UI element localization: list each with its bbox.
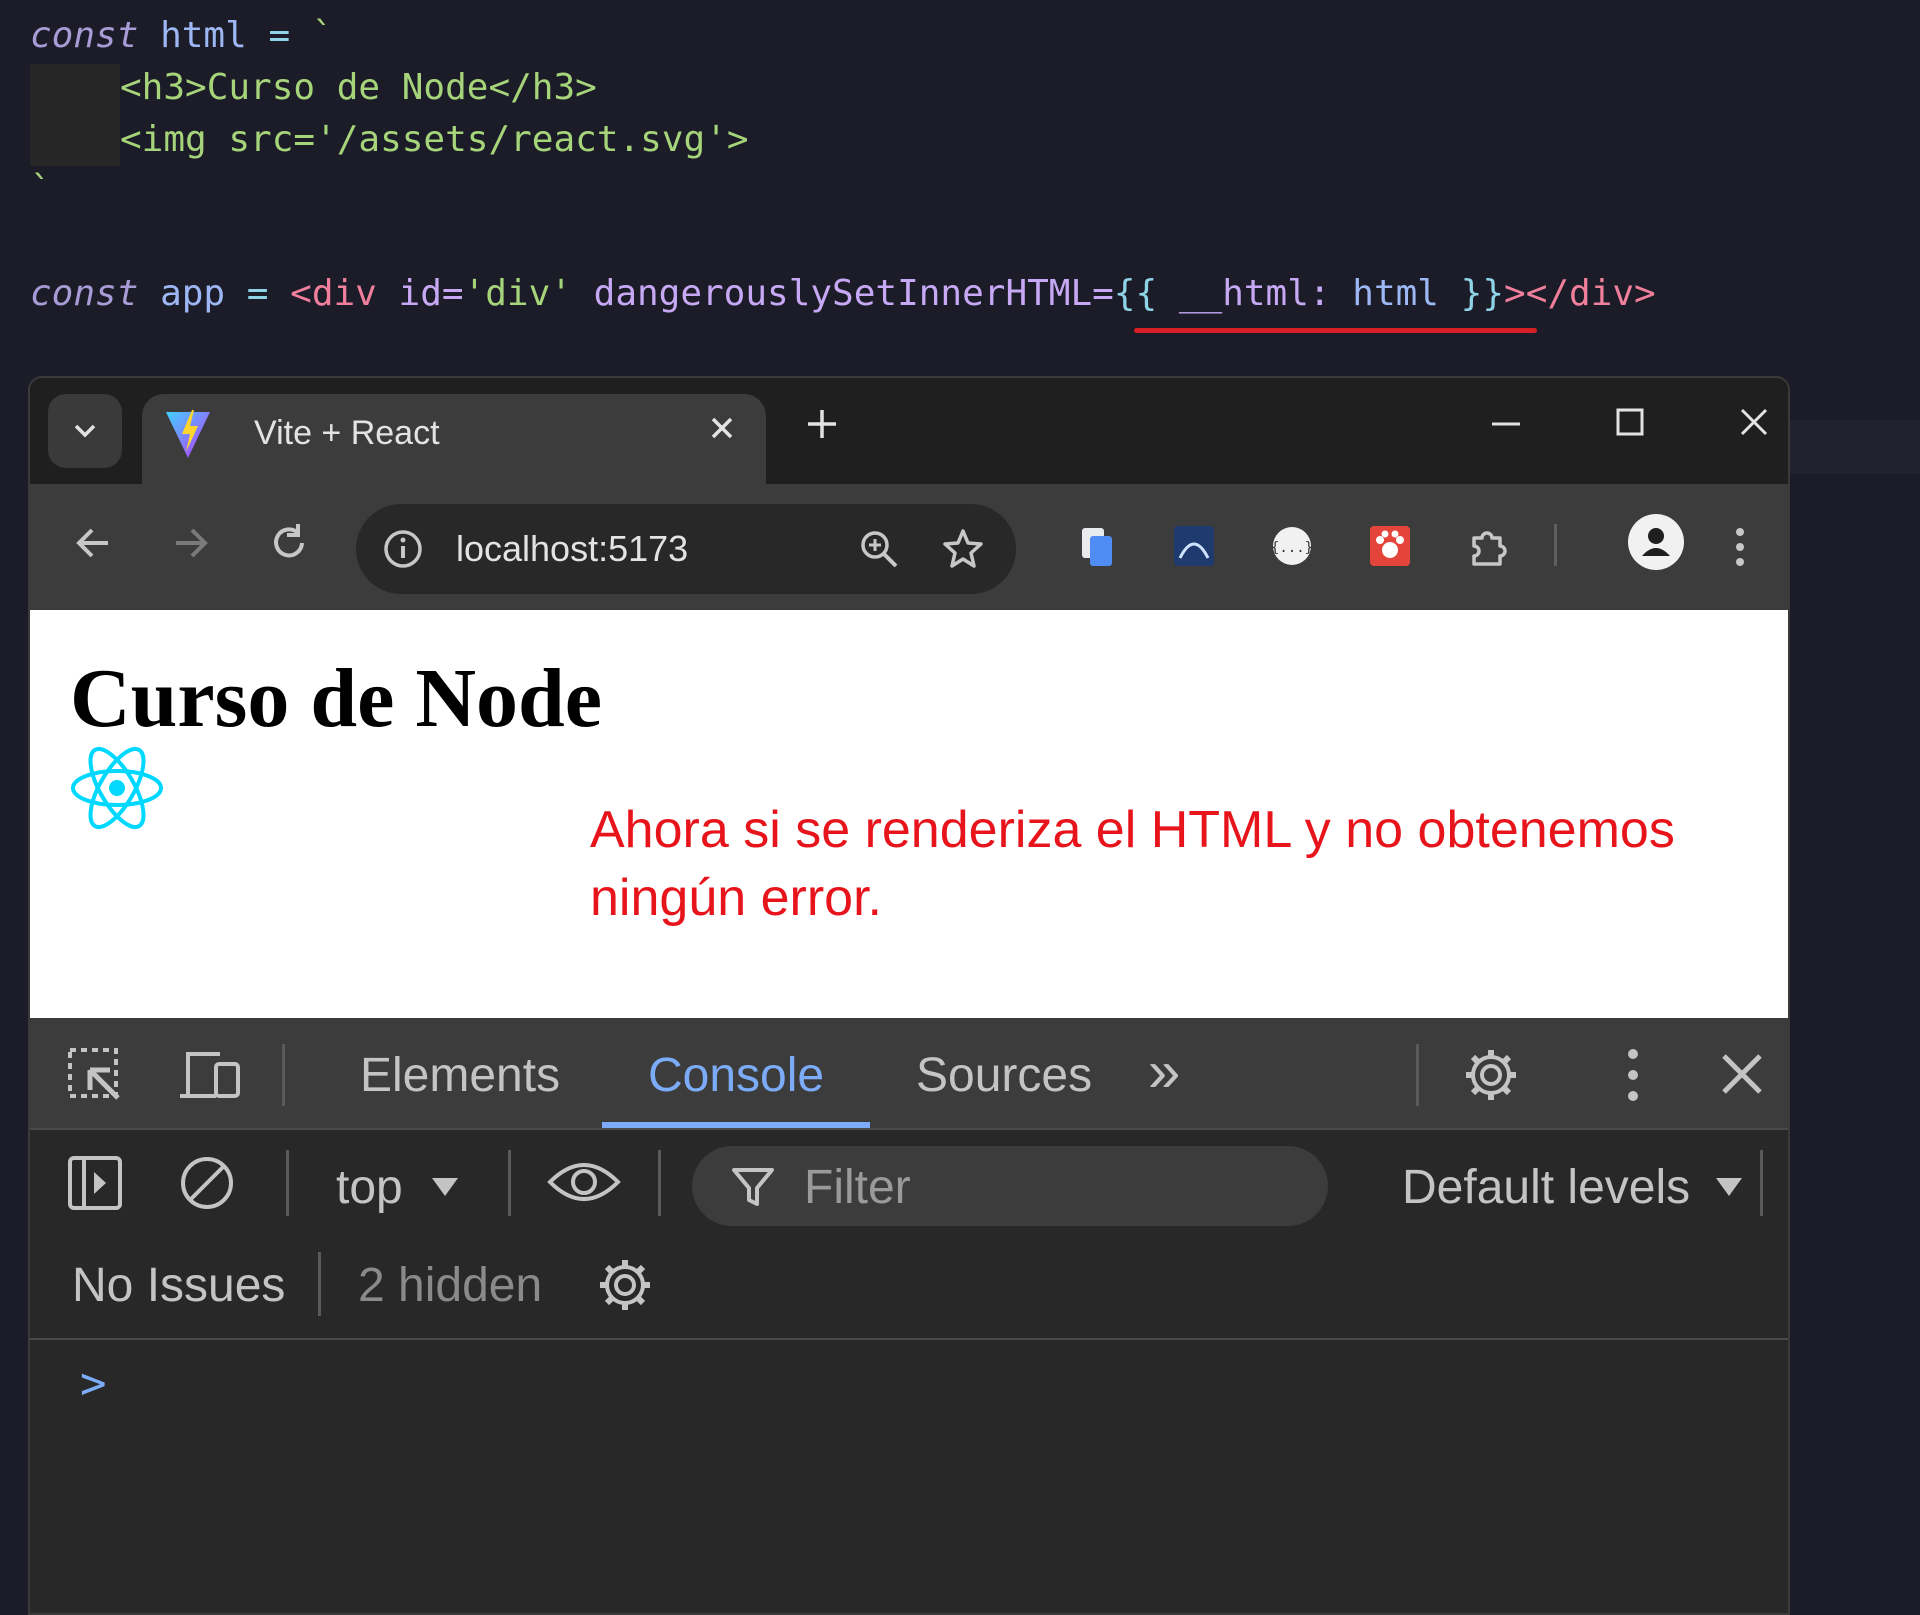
dropdown-arrow-icon bbox=[432, 1178, 458, 1196]
tab-strip: Vite + React bbox=[30, 378, 1788, 484]
sidebar-toggle-icon[interactable] bbox=[64, 1152, 126, 1214]
tab-title: Vite + React bbox=[254, 414, 440, 452]
editor-gutter-highlight bbox=[1788, 420, 1920, 474]
annotation-text: Ahora si se renderiza el HTML y no obten… bbox=[590, 801, 1675, 927]
close-icon[interactable] bbox=[1716, 1048, 1768, 1100]
indent-guide bbox=[30, 64, 120, 166]
profile-button[interactable] bbox=[1628, 514, 1684, 570]
backtick: ` bbox=[311, 15, 334, 56]
vite-icon bbox=[166, 410, 210, 458]
address-bar[interactable]: localhost:5173 bbox=[356, 504, 1016, 594]
brace-open: {{ bbox=[1113, 273, 1158, 314]
filter-input[interactable]: Filter bbox=[692, 1146, 1328, 1226]
paw-extension-icon[interactable] bbox=[1368, 524, 1412, 568]
minimize-icon[interactable] bbox=[1486, 402, 1526, 442]
kebab-menu-icon[interactable] bbox=[1620, 1044, 1646, 1106]
reload-icon[interactable] bbox=[264, 518, 314, 568]
react-logo-icon bbox=[71, 746, 163, 830]
more-tabs-button[interactable]: » bbox=[1148, 1038, 1180, 1105]
browser-window: Vite + React localhost:5173 {...} Curso … bbox=[28, 376, 1790, 1615]
code-line-3: <img src='/assets/react.svg'> bbox=[120, 119, 749, 160]
console-divider bbox=[508, 1150, 511, 1216]
object-key: __html: bbox=[1178, 273, 1331, 314]
svg-text:{...}: {...} bbox=[1271, 540, 1313, 556]
browser-toolbar: localhost:5173 {...} bbox=[30, 484, 1788, 610]
object-value: html bbox=[1352, 273, 1439, 314]
page-heading: Curso de Node bbox=[70, 652, 603, 745]
console-prompt[interactable]: > bbox=[80, 1358, 107, 1409]
toolbar-divider bbox=[1554, 524, 1557, 566]
tab-elements[interactable]: Elements bbox=[360, 1048, 560, 1103]
devtools-divider bbox=[1416, 1044, 1419, 1106]
jsx-attr-id: id= bbox=[398, 273, 464, 314]
jsx-attr-dangerous: dangerouslySetInnerHTML= bbox=[593, 273, 1114, 314]
jsx-attr-value: 'div' bbox=[463, 273, 572, 314]
zoom-icon[interactable] bbox=[856, 526, 902, 572]
jsx-open-tag: <div bbox=[290, 273, 377, 314]
close-window-icon[interactable] bbox=[1734, 402, 1774, 442]
puzzle-extensions-icon[interactable] bbox=[1466, 524, 1512, 570]
code-line-2: <h3>Curso de Node</h3> bbox=[120, 67, 597, 108]
log-levels-label: Default levels bbox=[1402, 1161, 1691, 1214]
gear-icon[interactable] bbox=[594, 1254, 656, 1316]
console-divider bbox=[658, 1150, 661, 1216]
forward-arrow-icon[interactable] bbox=[166, 518, 216, 568]
profile-icon bbox=[1642, 528, 1670, 556]
eye-icon[interactable] bbox=[546, 1154, 622, 1210]
devtools-panel: Elements Console Sources » top Filter De… bbox=[30, 1018, 1788, 1613]
tab-sources[interactable]: Sources bbox=[916, 1048, 1092, 1103]
chevron-down-icon bbox=[74, 424, 96, 438]
star-icon[interactable] bbox=[940, 526, 986, 572]
keyword: const bbox=[30, 15, 139, 56]
plus-icon[interactable] bbox=[802, 404, 842, 444]
kebab-menu-icon[interactable] bbox=[1728, 524, 1752, 570]
issues-bar: No Issues 2 hidden bbox=[30, 1234, 1788, 1340]
jsx-close-tag: ></div> bbox=[1504, 273, 1656, 314]
close-icon[interactable] bbox=[704, 410, 740, 446]
context-label: top bbox=[336, 1161, 403, 1214]
issues-divider bbox=[318, 1252, 321, 1316]
console-divider bbox=[286, 1150, 289, 1216]
operator: = bbox=[268, 15, 291, 56]
filter-placeholder: Filter bbox=[804, 1161, 911, 1214]
identifier: app bbox=[160, 273, 226, 314]
inspect-element-icon[interactable] bbox=[64, 1044, 126, 1106]
devtools-divider bbox=[282, 1044, 285, 1106]
code-line-1: const html = ` bbox=[30, 10, 334, 62]
code-line-5: const app = <div id='div' dangerouslySet… bbox=[30, 268, 1656, 320]
active-tab-indicator bbox=[602, 1122, 870, 1128]
devtools-tabbar: Elements Console Sources » bbox=[30, 1018, 1788, 1130]
device-toolbar-icon[interactable] bbox=[176, 1044, 242, 1106]
filter-icon bbox=[732, 1168, 774, 1206]
issues-count[interactable]: No Issues bbox=[72, 1258, 285, 1313]
dropdown-arrow-icon bbox=[1716, 1178, 1742, 1196]
console-toolbar: top Filter Default levels bbox=[30, 1130, 1788, 1234]
code-line-4: ` bbox=[30, 169, 52, 210]
log-levels-dropdown[interactable]: Default levels bbox=[1402, 1146, 1742, 1226]
tab-list-button[interactable] bbox=[48, 394, 122, 468]
info-icon[interactable] bbox=[380, 526, 426, 572]
back-arrow-icon[interactable] bbox=[68, 518, 118, 568]
url-text: localhost:5173 bbox=[456, 528, 689, 569]
identifier: html bbox=[160, 15, 247, 56]
highlight-underline bbox=[1134, 328, 1537, 333]
page-viewport: Curso de Node Ahora si se renderiza el H… bbox=[30, 610, 1788, 1018]
browser-tab[interactable]: Vite + React bbox=[142, 394, 766, 484]
copy-extension-icon[interactable] bbox=[1074, 524, 1118, 568]
gear-icon[interactable] bbox=[1460, 1044, 1522, 1106]
brace-close: }} bbox=[1460, 273, 1505, 314]
maximize-icon[interactable] bbox=[1610, 402, 1650, 442]
console-divider bbox=[1760, 1150, 1763, 1216]
json-extension-icon[interactable]: {...} bbox=[1270, 524, 1314, 568]
keyword: const bbox=[30, 273, 139, 314]
tab-console[interactable]: Console bbox=[648, 1048, 824, 1103]
clear-console-icon[interactable] bbox=[176, 1152, 238, 1214]
operator: = bbox=[246, 273, 269, 314]
hidden-count: 2 hidden bbox=[358, 1259, 543, 1312]
acrobat-extension-icon[interactable] bbox=[1172, 524, 1216, 568]
